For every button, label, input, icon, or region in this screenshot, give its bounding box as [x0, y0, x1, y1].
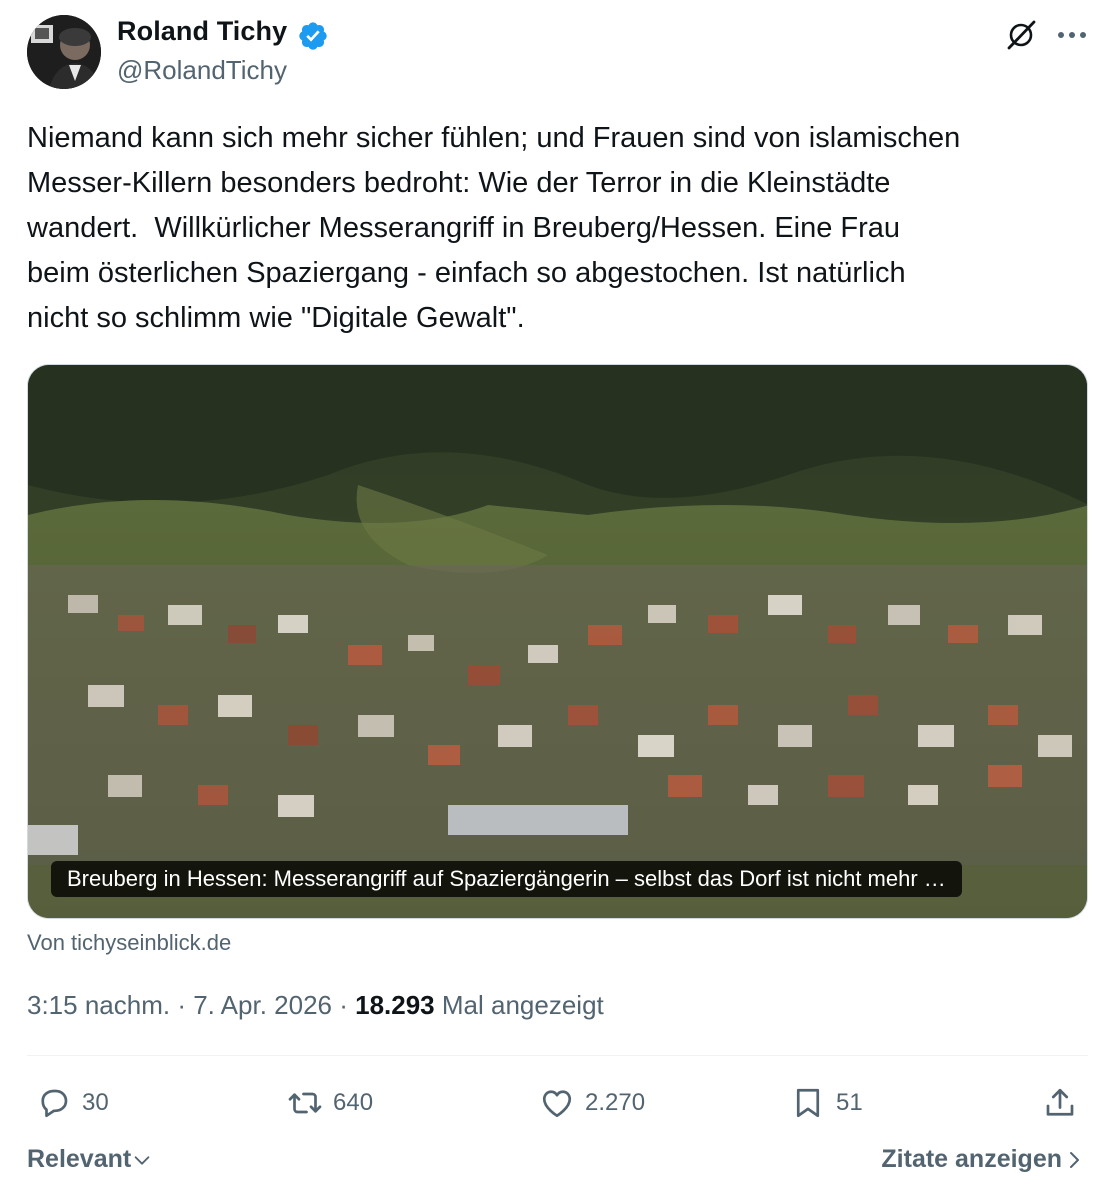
more-options-icon[interactable] [1055, 20, 1089, 50]
repost-icon [288, 1092, 322, 1114]
reply-count: 30 [82, 1089, 109, 1116]
tweet-date[interactable]: 7. Apr. 2026 [193, 990, 332, 1020]
grok-icon[interactable] [1004, 18, 1038, 52]
reply-icon [41, 1089, 68, 1118]
chevron-down-icon [134, 1155, 150, 1165]
meta-separator: · [332, 990, 356, 1020]
like-count: 2.270 [585, 1089, 646, 1116]
author-display-name[interactable]: Roland Tichy [117, 16, 287, 47]
link-card-caption[interactable]: Breuberg in Hessen: Messerangriff auf Sp… [51, 861, 962, 897]
bookmark-count: 51 [836, 1089, 863, 1116]
views-count: 18.293 [355, 990, 435, 1020]
repost-button[interactable]: 640 [287, 1075, 373, 1131]
view-quotes-label: Zitate anzeigen [881, 1145, 1062, 1173]
tweet-metadata: 3:15 nachm. · 7. Apr. 2026 · 18.293 Mal … [27, 990, 604, 1021]
sort-label: Relevant [27, 1145, 132, 1173]
avatar-image [27, 15, 101, 89]
heart-icon [542, 1090, 572, 1118]
tweet-text: Niemand kann sich mehr sicher fühlen; un… [27, 122, 961, 334]
meta-separator: · [170, 990, 194, 1020]
share-icon [1046, 1088, 1074, 1116]
bookmark-button[interactable]: 51 [790, 1075, 863, 1131]
repost-count: 640 [333, 1089, 374, 1116]
reply-button[interactable]: 30 [36, 1075, 109, 1131]
divider [27, 1055, 1088, 1056]
views-label: Mal angezeigt [441, 990, 604, 1020]
link-card-image[interactable]: Breuberg in Hessen: Messerangriff auf Sp… [27, 364, 1088, 919]
tweet-time[interactable]: 3:15 nachm. [27, 990, 170, 1020]
bookmark-icon [796, 1088, 820, 1118]
village-landscape-photo [28, 365, 1087, 918]
tweet-header: Roland Tichy @RolandTichy [0, 0, 1110, 100]
sort-dropdown[interactable]: Relevant [27, 1145, 153, 1174]
link-source[interactable]: Von tichyseinblick.de [27, 930, 231, 956]
share-button[interactable] [1042, 1075, 1078, 1131]
avatar[interactable] [27, 15, 101, 89]
view-quotes-link[interactable]: Zitate anzeigen [881, 1145, 1086, 1174]
like-button[interactable]: 2.270 [539, 1075, 645, 1131]
author-handle[interactable]: @RolandTichy [117, 55, 287, 86]
chevron-right-icon [1070, 1151, 1079, 1168]
verified-badge-icon[interactable] [297, 20, 329, 52]
action-bar: 30 640 2.270 51 [0, 1075, 1110, 1131]
